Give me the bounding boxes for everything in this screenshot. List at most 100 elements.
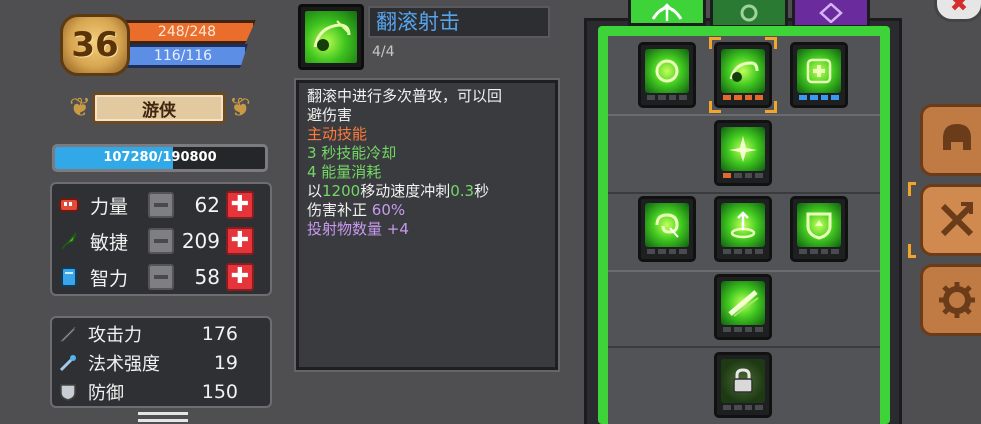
agility-minus-button[interactable] <box>148 228 174 254</box>
tab-swirl[interactable] <box>710 0 788 28</box>
tooltip-energy: 4 能量消耗 <box>307 163 382 181</box>
skill-tree-panel <box>608 36 880 424</box>
tooltip-count: 4/4 <box>372 44 395 60</box>
tooltip-skill-icon <box>298 4 364 70</box>
sword-icon <box>58 324 78 344</box>
tooltip-cooldown: 3 秒技能冷却 <box>307 144 397 162</box>
selection-corner <box>908 244 916 258</box>
class-name-plate: 游侠 <box>92 92 226 124</box>
attribute-value: 62 <box>194 193 220 217</box>
skill-level-pips <box>723 405 763 410</box>
tooltip-dash-line: 以1200移动速度冲刺0.3秒 <box>307 182 547 201</box>
skill-slot-aura[interactable] <box>638 42 696 108</box>
tooltip-projectiles: 投射物数量 +4 <box>307 220 409 238</box>
dash-time: 0.3 <box>450 182 475 200</box>
skill-level-pips <box>723 173 763 178</box>
attribute-row-intellect: 智力 58 ✚ <box>58 260 264 294</box>
level-badge: 36 <box>60 14 130 76</box>
burst-icon <box>721 127 765 171</box>
selection-corner <box>709 101 721 113</box>
stat-name: 防御 <box>88 383 124 404</box>
hp-text: 248/248 <box>157 24 217 40</box>
selection-corner <box>709 37 721 49</box>
equipment-button[interactable] <box>920 104 981 176</box>
skill-slot-arrow-rain[interactable] <box>714 196 772 262</box>
selection-corner <box>765 101 777 113</box>
lock-icon <box>721 359 765 403</box>
xp-text: 107280/190800 <box>103 150 217 165</box>
class-name: 游侠 <box>142 100 176 121</box>
attribute-value: 58 <box>194 265 220 289</box>
strength-plus-button[interactable]: ✚ <box>226 191 254 219</box>
stat-value: 176 <box>201 323 238 345</box>
fist-icon <box>58 194 80 216</box>
bow-icon <box>651 2 683 21</box>
dash-middle: 移动速度冲刺 <box>360 182 451 200</box>
skill-slot-vortex[interactable] <box>638 196 696 262</box>
tooltip-body: 翻滚中进行多次普攻，可以回 避伤害 主动技能 3 秒技能冷却 4 能量消耗 以1… <box>296 80 558 370</box>
dash-speed: 1200 <box>322 182 361 200</box>
close-button[interactable]: ✖ <box>934 0 981 22</box>
stat-name: 法术强度 <box>88 354 160 375</box>
selection-corner <box>765 37 777 49</box>
tab-bow[interactable] <box>628 0 706 26</box>
heal-cross-icon <box>797 49 841 93</box>
tab-rune[interactable] <box>792 0 870 28</box>
skill-slot-burst[interactable] <box>714 120 772 186</box>
laurel-right-icon: ❦ <box>229 93 251 123</box>
damage-value: 60% <box>371 201 406 219</box>
skills-icon <box>940 202 973 237</box>
shield-icon <box>58 382 78 402</box>
skill-level-pips <box>723 95 763 100</box>
rune-icon <box>819 2 843 23</box>
selection-corner <box>908 182 916 196</box>
wand-icon <box>58 353 78 373</box>
agility-plus-button[interactable]: ✚ <box>226 227 254 255</box>
stat-row-defense: 防御 150 <box>58 378 264 406</box>
attribute-name: 敏捷 <box>90 231 129 254</box>
skill-slot-guard[interactable] <box>790 196 848 262</box>
tooltip-damage-line: 伤害补正 60% <box>307 201 547 220</box>
hp-bar: 248/248 <box>118 20 256 44</box>
damage-label: 伤害补正 <box>307 201 368 219</box>
tooltip-skill-type: 主动技能 <box>307 125 368 143</box>
level-text: 36 <box>71 25 119 65</box>
skill-slot-locked[interactable] <box>714 352 772 418</box>
dash-prefix: 以 <box>307 182 323 200</box>
skills-button[interactable] <box>920 184 981 256</box>
strength-minus-button[interactable] <box>148 192 174 218</box>
gear-icon <box>938 282 975 318</box>
drag-handle[interactable] <box>138 412 188 422</box>
intellect-plus-button[interactable]: ✚ <box>226 263 254 291</box>
stat-value: 150 <box>201 381 238 403</box>
attribute-row-agility: 敏捷 209 ✚ <box>58 224 264 258</box>
skill-slot-heal[interactable] <box>790 42 848 108</box>
skill-slot-roll-shot[interactable] <box>709 37 777 113</box>
piercing-shot-icon <box>721 281 765 325</box>
skill-level-pips <box>647 249 687 254</box>
guard-shield-icon <box>797 203 841 247</box>
helmet-icon <box>942 124 971 150</box>
attribute-name: 力量 <box>90 195 129 218</box>
vortex-icon <box>645 203 689 247</box>
mp-text: 116/116 <box>153 48 213 64</box>
tooltip-title: 翻滚射击 <box>368 6 550 38</box>
tooltip-desc-line-1: 翻滚中进行多次普攻，可以回 <box>307 87 503 105</box>
roll-shot-icon <box>721 49 765 93</box>
tooltip-desc-line-2: 避伤害 <box>307 106 353 124</box>
skill-level-pips <box>723 327 763 332</box>
stat-value: 19 <box>213 352 238 374</box>
skill-slot-piercing-shot[interactable] <box>714 274 772 340</box>
stat-name: 攻击力 <box>88 325 142 346</box>
intellect-minus-button[interactable] <box>148 264 174 290</box>
attribute-name: 智力 <box>90 267 129 290</box>
mp-bar: 116/116 <box>118 44 248 68</box>
skill-level-pips <box>799 249 839 254</box>
stat-row-attack: 攻击力 176 <box>58 320 264 348</box>
attribute-panel: 力量 62 ✚ 敏捷 209 ✚ 智力 58 ✚ <box>50 182 272 296</box>
close-icon: ✖ <box>949 0 969 17</box>
settings-button[interactable] <box>920 264 981 336</box>
stats-panel: 攻击力 176 法术强度 19 防御 150 <box>50 316 272 408</box>
skill-level-pips <box>647 95 687 100</box>
book-icon <box>58 266 80 288</box>
